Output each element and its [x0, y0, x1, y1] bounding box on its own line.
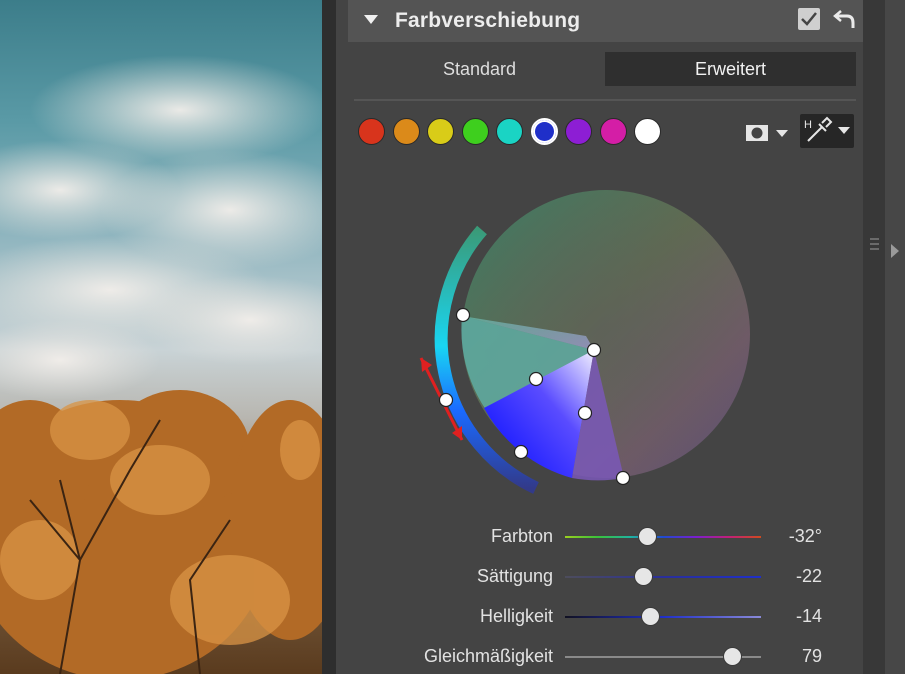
wheel-handle[interactable] [577, 405, 593, 421]
slider-saettigung: Sättigung -22 [336, 562, 863, 592]
tab-standard[interactable]: Standard [354, 52, 605, 86]
checkmark-icon [801, 12, 817, 26]
color-swatch[interactable] [427, 118, 454, 145]
chevron-right-icon[interactable] [891, 244, 899, 258]
wheel-center-handle[interactable] [586, 342, 602, 358]
eyedropper-icon: H [804, 116, 833, 142]
color-swatch[interactable] [599, 118, 627, 145]
slider-value: -32° [788, 526, 822, 546]
grip-icon[interactable] [870, 238, 879, 252]
triangle-down-icon[interactable] [364, 15, 378, 24]
color-wheel[interactable] [336, 160, 863, 520]
panel-scroll-strip[interactable] [863, 0, 885, 674]
color-shift-panel: Farbverschiebung Standard Erweitert H Fa… [336, 0, 863, 674]
chevron-down-icon [838, 127, 850, 134]
slider-label: Helligkeit [479, 606, 553, 626]
slider-value: -14 [795, 606, 822, 626]
color-swatch[interactable] [358, 118, 385, 145]
slider-helligkeit: Helligkeit -14 [336, 602, 863, 632]
right-gutter [885, 0, 905, 674]
slider-knob[interactable] [639, 528, 656, 545]
slider-knob[interactable] [642, 608, 659, 625]
tab-erweitert[interactable]: Erweitert [605, 52, 856, 86]
color-swatch[interactable] [496, 118, 523, 145]
panel-title: Farbverschiebung [395, 9, 581, 32]
slider-gleichmaessigkeit: Gleichmäßigkeit 79 [336, 642, 863, 672]
slider-value: 79 [801, 646, 822, 666]
slider-label: Sättigung [476, 566, 553, 586]
photo-image [0, 55, 322, 674]
panel-divider [322, 0, 336, 674]
slider-track[interactable] [565, 576, 761, 578]
slider-track[interactable] [565, 536, 761, 538]
slider-farbton: Farbton -32° [336, 522, 863, 552]
chevron-down-icon [776, 130, 788, 137]
undo-arrow-icon[interactable] [833, 5, 857, 31]
mask-icon [746, 125, 768, 141]
color-swatch[interactable] [634, 118, 661, 145]
wheel-handle[interactable] [513, 444, 529, 460]
wheel-handle[interactable] [438, 392, 454, 408]
mode-tabs: Standard Erweitert [354, 52, 856, 86]
tab-separator [354, 99, 856, 101]
slider-value: -22 [795, 566, 822, 586]
color-swatch[interactable] [392, 118, 420, 145]
color-swatch[interactable] [530, 118, 558, 145]
svg-text:H: H [804, 119, 812, 131]
photo-preview [0, 0, 322, 674]
slider-label: Gleichmäßigkeit [423, 646, 553, 666]
mask-button[interactable] [744, 120, 794, 146]
wheel-handle[interactable] [615, 470, 631, 486]
wheel-handle[interactable] [455, 307, 471, 323]
slider-knob[interactable] [635, 568, 652, 585]
color-swatch[interactable] [461, 118, 489, 145]
slider-knob[interactable] [724, 648, 741, 665]
slider-track[interactable] [565, 616, 761, 618]
eyedropper-button[interactable]: H [800, 114, 854, 148]
enabled-checkbox[interactable] [798, 8, 820, 30]
panel-header[interactable]: Farbverschiebung [348, 0, 863, 42]
slider-label: Farbton [490, 526, 553, 546]
wheel-handle[interactable] [528, 371, 544, 387]
color-swatch[interactable] [565, 118, 592, 145]
